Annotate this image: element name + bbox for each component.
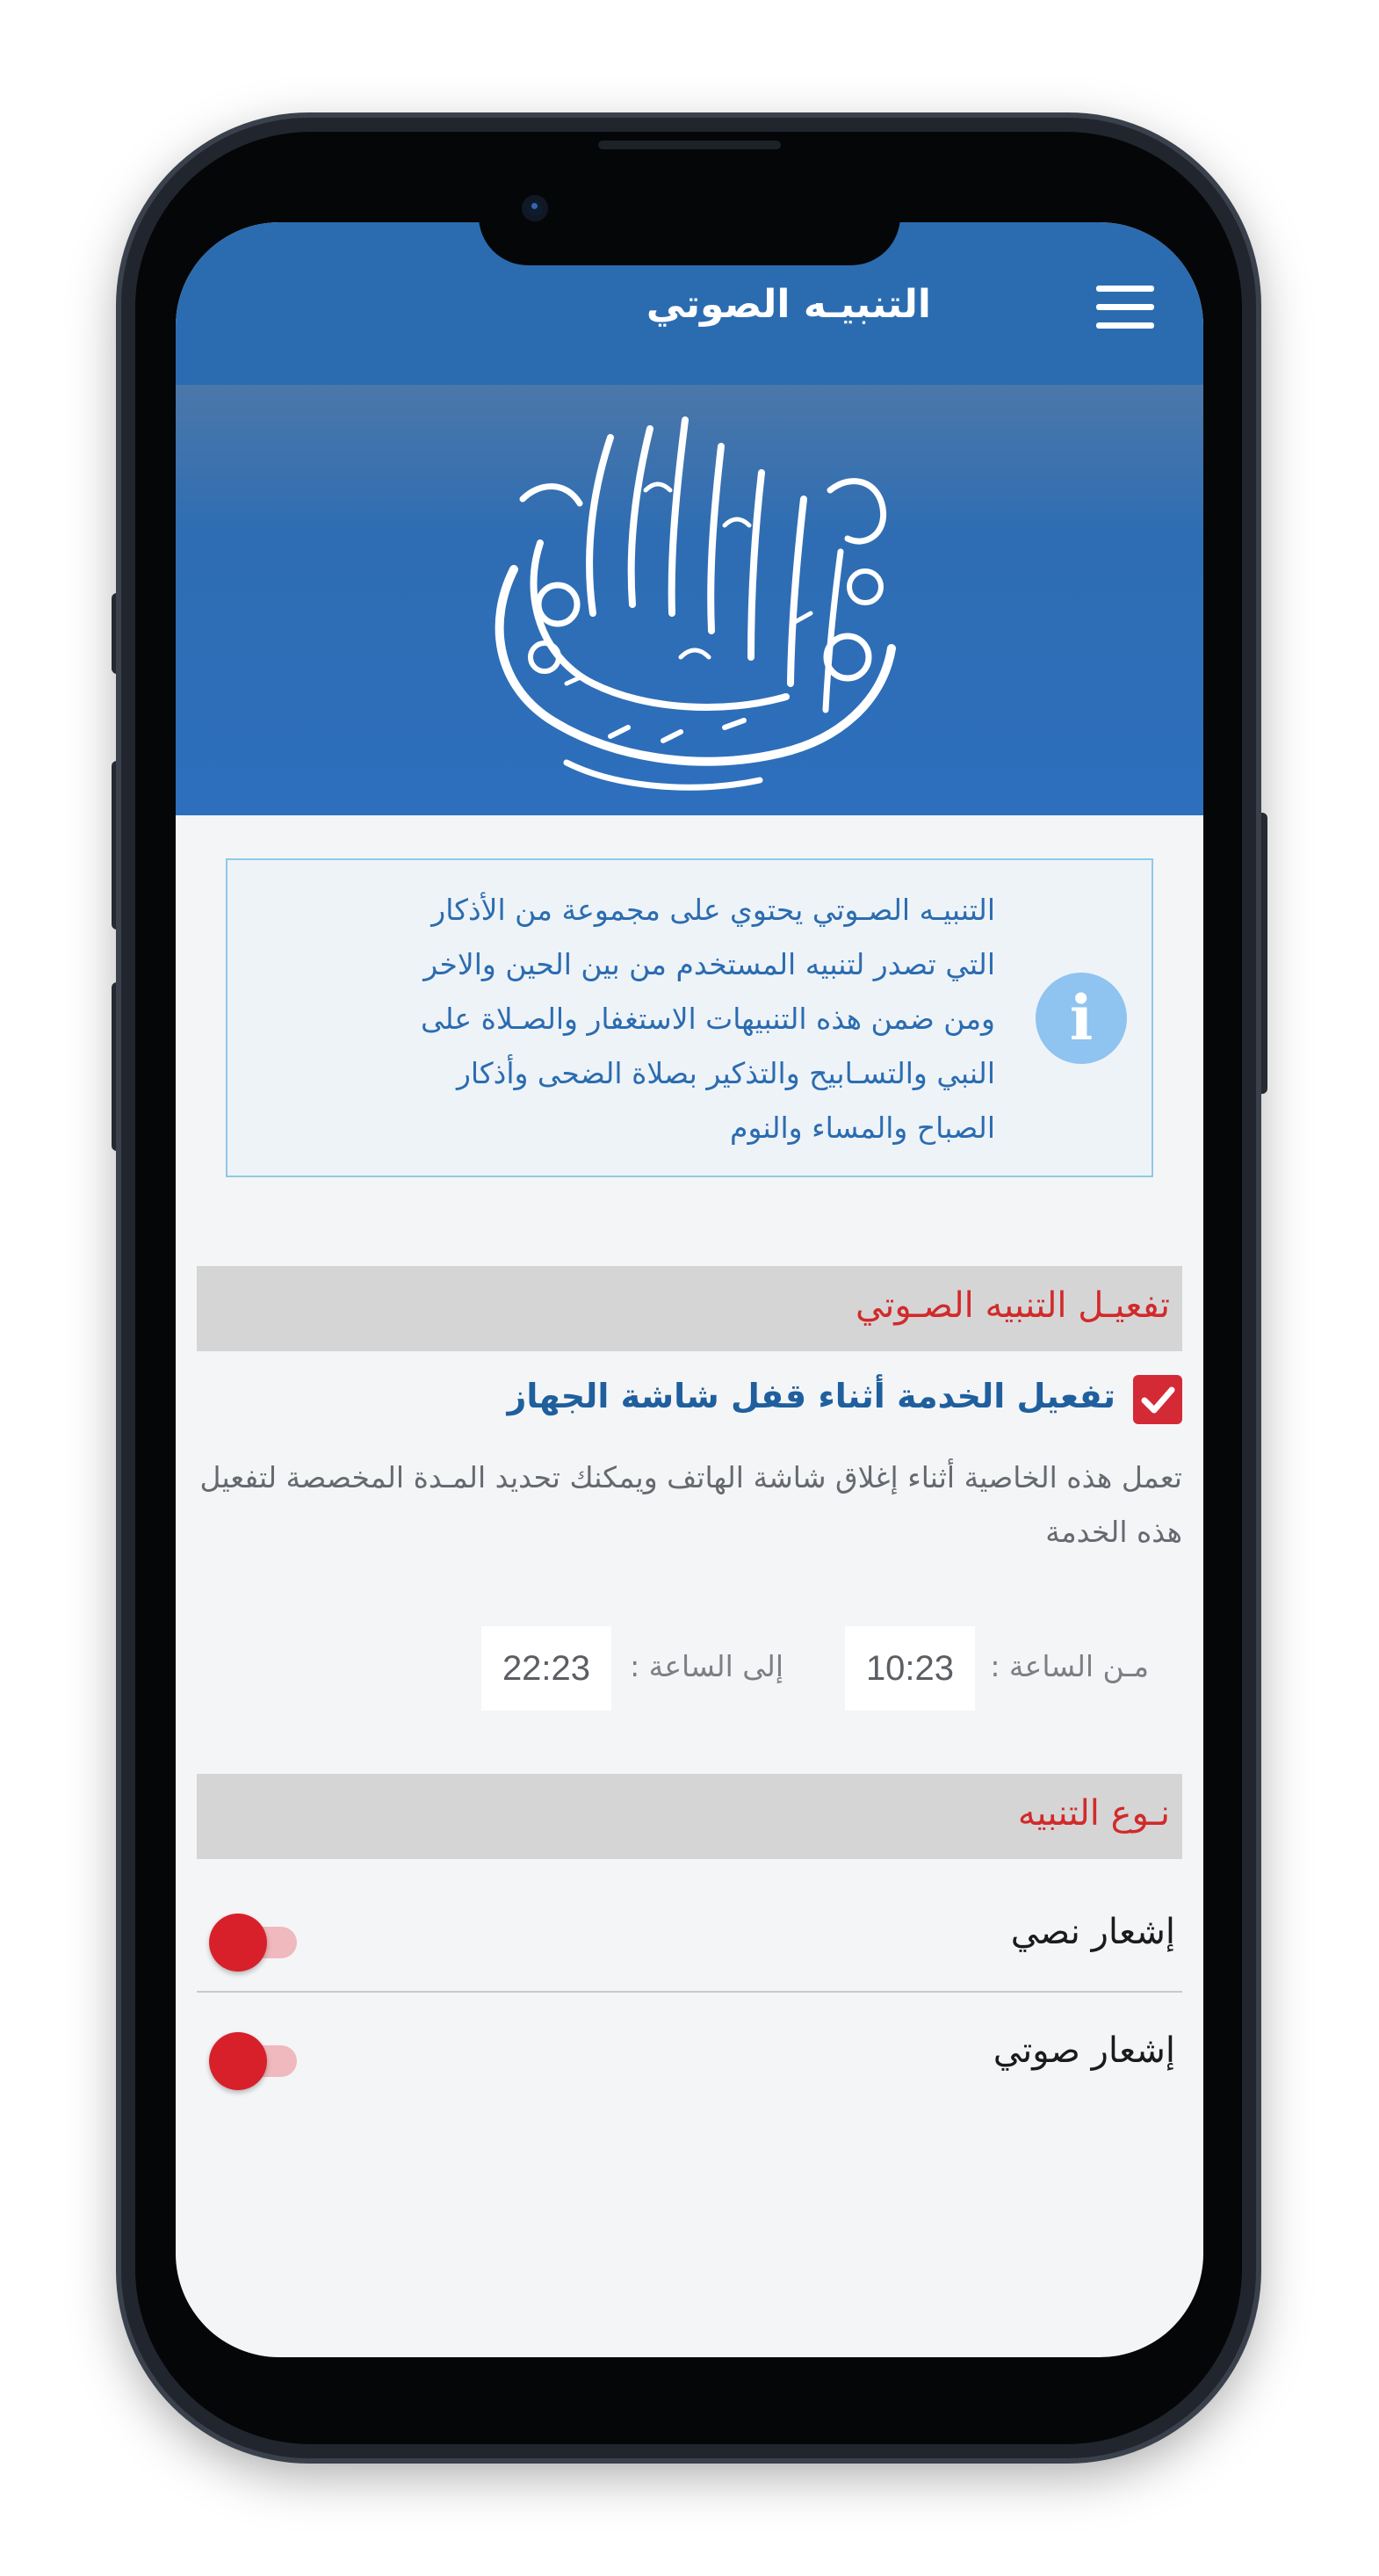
time-range-row: مـن الساعة : 10:23 إلى الساعة : 22:23 — [176, 1626, 1203, 1711]
info-line: التي تصدر لتنبيه المستخدم من بين الحين و… — [423, 947, 995, 981]
info-line: التنبيـه الصـوتي يحتوي على مجموعة من الأ… — [431, 893, 995, 927]
sound-notification-toggle[interactable] — [209, 2032, 300, 2090]
sound-notification-label: إشعار صوتي — [993, 2030, 1175, 2071]
section-title: نـوع التنبيه — [1017, 1793, 1170, 1834]
info-line: الصباح والمساء والنوم — [730, 1111, 995, 1145]
menu-bar — [1096, 286, 1154, 292]
info-text: التنبيـه الصـوتي يحتوي على مجموعة من الأ… — [266, 883, 995, 1155]
info-box: i التنبيـه الصـوتي يحتوي على مجموعة من ا… — [226, 858, 1153, 1177]
earpiece-speaker — [598, 141, 781, 149]
lock-screen-checkbox[interactable] — [1133, 1375, 1182, 1424]
menu-bar — [1096, 322, 1154, 329]
menu-bar — [1096, 304, 1154, 310]
info-line: ومن ضمن هذه التنبيهات الاستغفار والصـلاة… — [420, 1002, 995, 1036]
toggle-thumb — [209, 1914, 267, 1972]
calligraphy-logo — [495, 416, 896, 791]
page-title: التنبيـه الصوتي — [646, 282, 931, 327]
power-button — [1255, 813, 1267, 1094]
text-notification-label: إشعار نصي — [1010, 1912, 1175, 1952]
checkmark-icon — [1141, 1386, 1175, 1414]
to-time-label: إلى الساعة : — [630, 1649, 783, 1683]
lock-screen-title[interactable]: تفعيل الخدمة أثناء قفل شاشة الجهاز — [508, 1377, 1115, 1415]
to-time-field[interactable]: 22:23 — [481, 1626, 611, 1711]
lock-screen-description: تعمل هذه الخاصية أثناء إغلاق شاشة الهاتف… — [199, 1460, 1182, 1549]
section-header-activation: تفعيـل التنبيه الصـوتي — [197, 1266, 1182, 1351]
text-notification-row: إشعار نصي — [197, 1878, 1182, 1993]
text-notification-toggle[interactable] — [209, 1914, 300, 1972]
section-title: تفعيـل التنبيه الصـوتي — [855, 1285, 1170, 1326]
screen-notch — [479, 216, 900, 265]
hamburger-menu-icon[interactable] — [1096, 286, 1154, 329]
from-time-label: مـن الساعة : — [990, 1649, 1149, 1683]
from-time-field[interactable]: 10:23 — [845, 1626, 975, 1711]
info-line: النبي والتسـابيح والتذكير بصلاة الضحى وأ… — [456, 1056, 995, 1090]
section-header-alert-type: نـوع التنبيه — [197, 1774, 1182, 1859]
header-banner — [176, 385, 1203, 815]
info-icon: i — [1036, 973, 1127, 1064]
front-camera-icon — [522, 195, 548, 221]
app-screen: التنبيـه الصوتي i التنبيـه الصـوتي يحتوي… — [176, 222, 1203, 2357]
sound-notification-row: إشعار صوتي — [197, 1997, 1182, 2111]
toggle-thumb — [209, 2032, 267, 2090]
